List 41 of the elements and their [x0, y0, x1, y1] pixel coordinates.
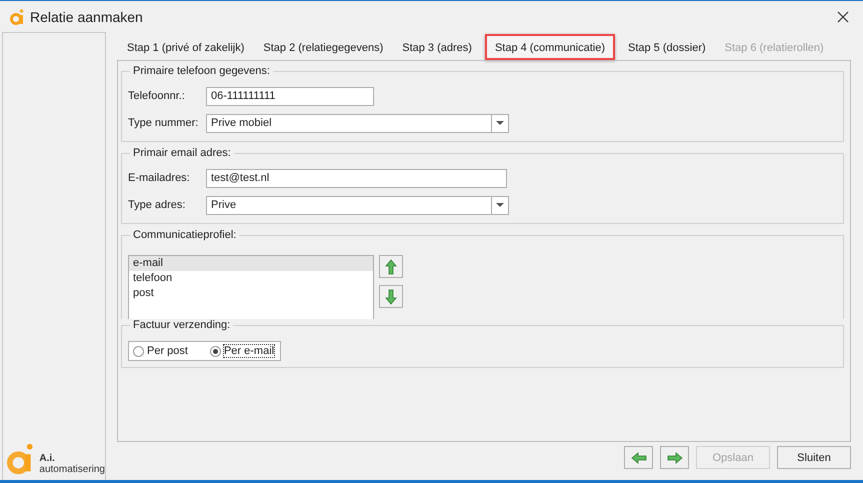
back-button[interactable]: [624, 446, 653, 469]
input-field[interactable]: test@test.nl: [206, 168, 507, 188]
next-button[interactable]: [660, 446, 689, 469]
group-title: Communicatieprofiel:: [132, 229, 238, 241]
group-title: Primaire telefoon gegevens:: [132, 65, 271, 77]
tab[interactable]: Stap 4 (communicatie): [484, 34, 615, 60]
dropdown[interactable]: Prive: [206, 196, 509, 214]
tab[interactable]: Stap 1 (privé of zakelijk): [121, 40, 250, 60]
group-title: Factuur verzending:: [132, 319, 232, 331]
close-icon[interactable]: [837, 10, 849, 22]
radio-button[interactable]: [133, 346, 144, 356]
field-label: Type adres:: [128, 199, 186, 211]
brand-logo-icon: [7, 442, 36, 476]
brand-name: A.i.: [39, 453, 56, 464]
tab[interactable]: Stap 2 (relatiegegevens): [257, 40, 390, 60]
tab[interactable]: Stap 5 (dossier): [622, 40, 712, 60]
field-label: E-mailadres:: [128, 172, 191, 184]
list-item[interactable]: e-mail: [129, 256, 373, 271]
dropdown[interactable]: Prive mobiel: [206, 114, 509, 132]
caret-icon: [496, 203, 504, 207]
move-up-button[interactable]: [379, 255, 403, 278]
radio-label: Per e-mail: [224, 345, 274, 357]
input-field[interactable]: 06-111111111: [206, 86, 374, 106]
field-label: Telefoonnr.:: [128, 90, 186, 102]
list-item[interactable]: telefoon: [129, 271, 373, 286]
move-down-button[interactable]: [379, 285, 403, 308]
arrow-left-icon: [630, 450, 646, 466]
arrow-right-icon: [666, 450, 682, 466]
group-title: Primair email adres:: [132, 147, 232, 159]
arrow-down-icon: [383, 288, 399, 304]
dialog-button[interactable]: Sluiten: [777, 446, 851, 469]
field-label: Type nummer:: [128, 117, 200, 129]
list-item[interactable]: post: [129, 286, 373, 301]
logo-icon: [10, 8, 24, 24]
radio-button[interactable]: [210, 346, 221, 356]
tab[interactable]: Stap 3 (adres): [396, 40, 478, 60]
window-title: Relatie aanmaken: [30, 8, 144, 24]
arrow-up-icon: [383, 258, 399, 274]
brand-tagline: automatisering: [39, 464, 105, 475]
caret-icon: [496, 121, 504, 125]
radio-label: Per post: [147, 345, 188, 357]
